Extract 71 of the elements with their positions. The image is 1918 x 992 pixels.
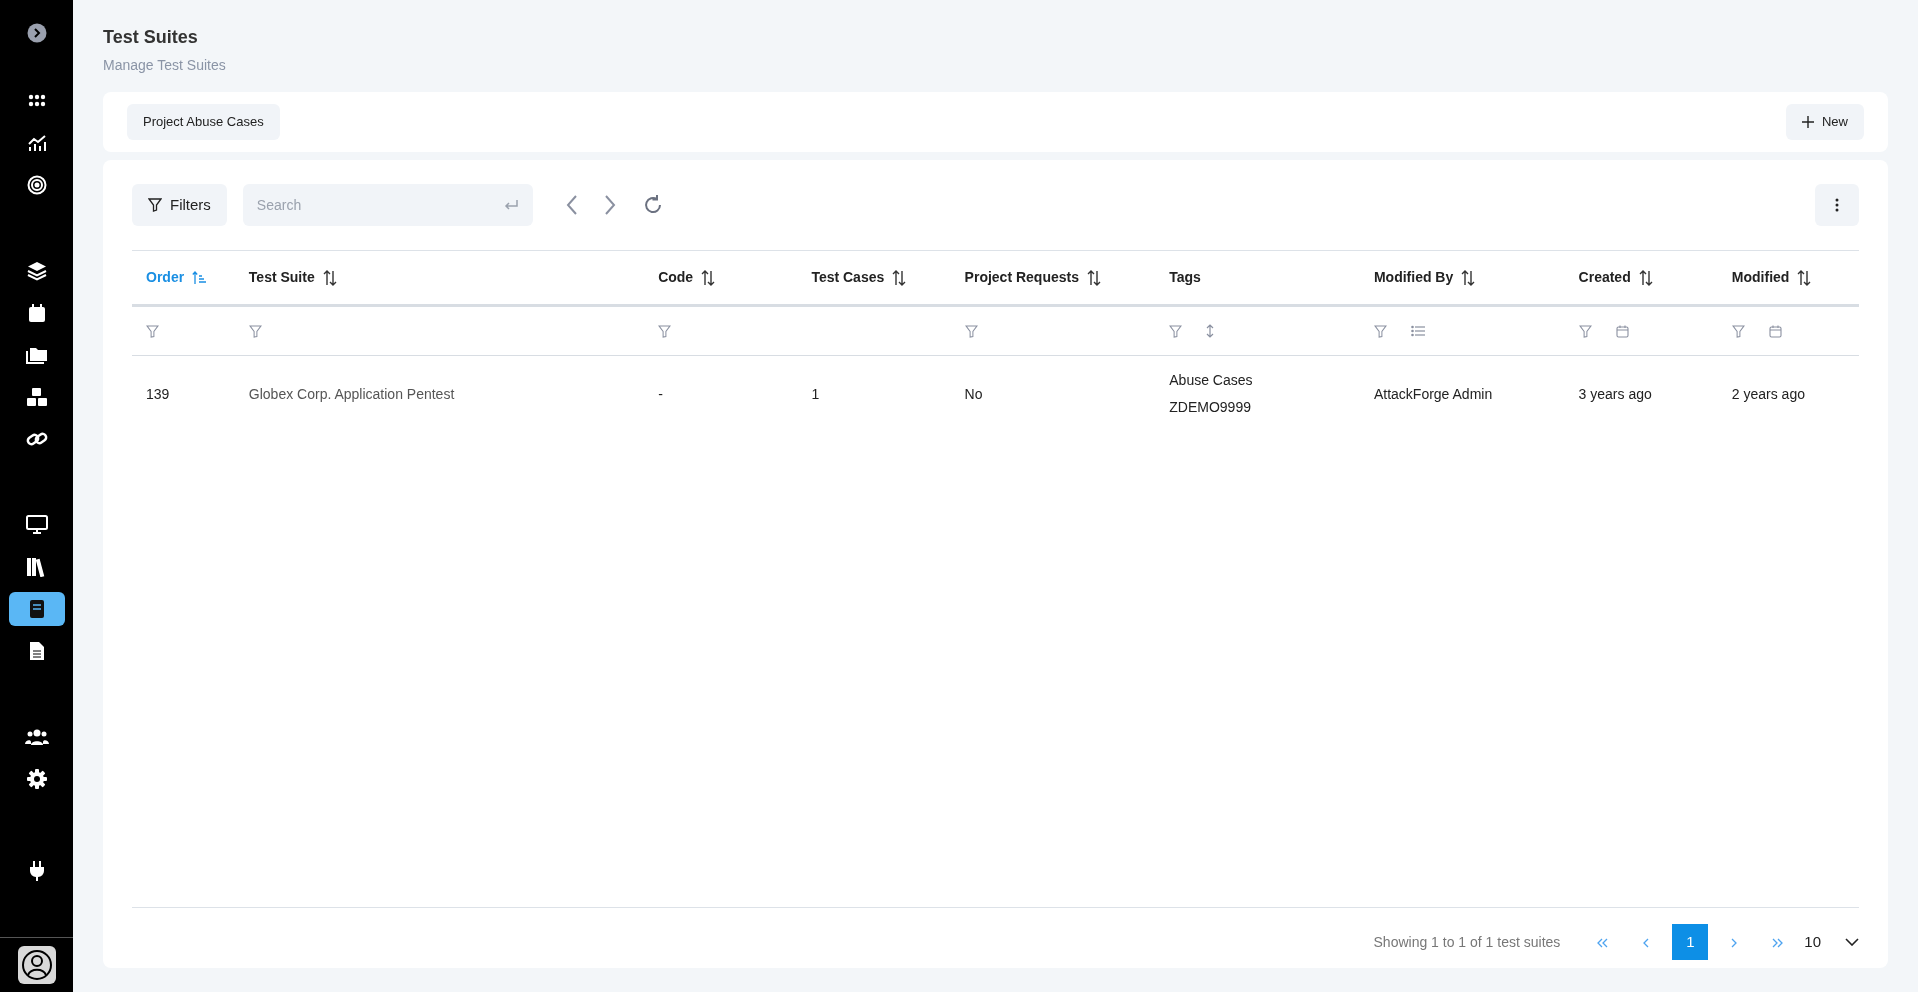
- column-header[interactable]: Modified By: [1373, 267, 1476, 288]
- table-cell: 2 years ago: [1731, 385, 1805, 402]
- table-cell: Globex Corp. Application Pentest: [248, 385, 455, 402]
- user-icon: [20, 949, 53, 981]
- monitor-icon: [25, 515, 48, 535]
- chart-icon: [26, 134, 47, 152]
- folders-icon: [25, 346, 48, 364]
- tag-text: ZDEMO9999: [1169, 398, 1252, 417]
- column-header[interactable]: Project Requests: [964, 267, 1101, 288]
- first-page-icon: [1596, 936, 1609, 949]
- sort-icon: [892, 269, 907, 286]
- page-subtitle: Manage Test Suites: [103, 56, 227, 75]
- sort-icon: [322, 269, 337, 286]
- chevron-down-icon: [1845, 938, 1859, 946]
- target-icon: [26, 175, 47, 195]
- enter-icon: [502, 198, 519, 212]
- column-header[interactable]: Test Cases: [811, 267, 907, 288]
- filters-button[interactable]: Filters: [132, 184, 227, 226]
- layers-icon: [26, 261, 47, 281]
- column-header[interactable]: Test Suite: [248, 267, 337, 288]
- filter-icon[interactable]: [1373, 324, 1387, 338]
- sort-icon: [1087, 269, 1101, 286]
- table-cell: 3 years ago: [1578, 385, 1652, 402]
- list-icon[interactable]: [1410, 325, 1425, 337]
- tag-text: Abuse Cases: [1169, 371, 1254, 390]
- table-cell: -: [658, 385, 663, 402]
- table-cell: No: [964, 385, 983, 402]
- filter-icon[interactable]: [1578, 324, 1592, 338]
- users-icon: [24, 728, 49, 746]
- filter-icon[interactable]: [146, 324, 159, 338]
- document-icon: [28, 641, 45, 661]
- filter-icon[interactable]: [1731, 324, 1745, 338]
- filter-icon[interactable]: [964, 324, 978, 338]
- resize-icon[interactable]: [1206, 324, 1215, 338]
- back-icon[interactable]: [564, 194, 579, 216]
- pagination-summary: Showing 1 to 1 of 1 test suites: [1373, 932, 1561, 952]
- sort-icon: [1638, 269, 1653, 286]
- page-title: Test Suites: [103, 26, 199, 49]
- sort-icon: [1797, 269, 1812, 286]
- sort-icon: [701, 269, 716, 286]
- calendar-icon[interactable]: [1768, 324, 1782, 338]
- filter-icon[interactable]: [248, 324, 262, 338]
- search-field[interactable]: Search: [242, 184, 533, 226]
- sort-icon: [1461, 269, 1476, 286]
- sidebar-item[interactable]: [8, 592, 65, 626]
- calendar-icon: [27, 303, 46, 323]
- page-size-select[interactable]: 10: [1804, 924, 1859, 960]
- filter-icon[interactable]: [1169, 324, 1183, 338]
- plus-icon: [1802, 116, 1814, 128]
- avatar-button[interactable]: [17, 946, 56, 984]
- column-header: Tags: [1169, 268, 1201, 287]
- forward-icon[interactable]: [602, 194, 617, 216]
- more-icon: [1835, 198, 1839, 212]
- filter-icon: [148, 198, 162, 212]
- sort-ascending-icon: [192, 270, 207, 285]
- gear-icon: [26, 769, 47, 789]
- table-cell: 139: [146, 385, 170, 402]
- column-header[interactable]: Created: [1578, 267, 1653, 288]
- cubes-icon: [25, 387, 48, 407]
- column-header[interactable]: Modified: [1731, 267, 1812, 288]
- last-page-icon: [1772, 936, 1785, 949]
- new-button[interactable]: New: [1786, 104, 1864, 140]
- filter-icon[interactable]: [658, 324, 672, 338]
- chevron-icon: [26, 23, 47, 43]
- scope-button[interactable]: Project Abuse Cases: [127, 104, 280, 140]
- plug-icon: [28, 860, 45, 882]
- table-cell: 1: [811, 385, 820, 402]
- book-icon: [28, 599, 45, 619]
- table-cell: AttackForge Admin: [1373, 385, 1493, 402]
- calendar-icon[interactable]: [1615, 324, 1629, 338]
- column-header[interactable]: Code: [658, 267, 716, 288]
